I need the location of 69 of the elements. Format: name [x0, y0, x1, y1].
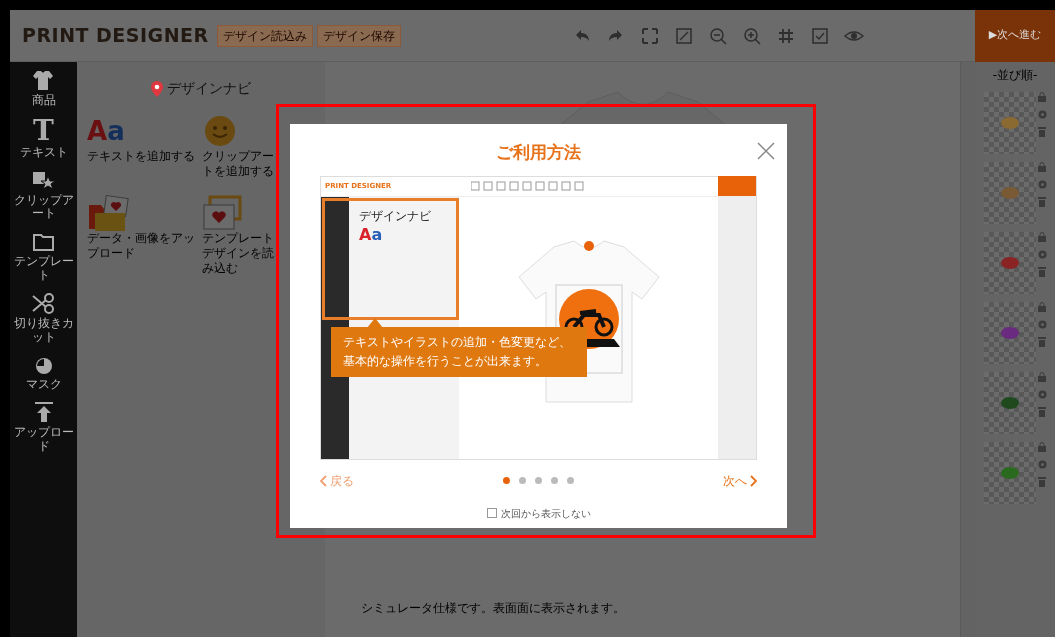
design-navi-item[interactable]: Aa テキストを追加する — [87, 113, 202, 179]
template-photo-icon — [202, 195, 244, 231]
sidebar-item[interactable]: 商品 — [10, 66, 77, 110]
sidebar-item[interactable]: テンプレート — [10, 227, 77, 285]
canvas-note: シミュレータ仕様です。表面面に表示されます。 — [361, 600, 625, 617]
lock-icon[interactable] — [1037, 232, 1046, 242]
lock-icon[interactable] — [1037, 92, 1046, 102]
layer-thumbnail[interactable] — [983, 232, 1036, 294]
header-button[interactable]: デザイン読込み — [216, 24, 313, 47]
next-step-button[interactable]: ▶次へ進む — [975, 10, 1055, 62]
text-icon: Aa — [87, 113, 125, 149]
trash-icon[interactable] — [1037, 197, 1046, 207]
dialog-title: ご利用方法 — [496, 141, 581, 164]
chevron-left-icon — [320, 474, 327, 487]
trash-icon[interactable] — [1037, 337, 1046, 347]
checkbox-icon[interactable] — [809, 25, 830, 46]
trash-icon[interactable] — [1037, 407, 1046, 417]
zoom-in-icon[interactable] — [741, 25, 762, 46]
layers-title: -並び順- — [992, 67, 1038, 84]
checkbox-label[interactable]: 次回から表示しない — [500, 505, 591, 521]
settings-icon[interactable] — [1037, 250, 1047, 259]
smiley-icon — [202, 113, 238, 149]
page-dot[interactable] — [503, 477, 510, 484]
settings-icon[interactable] — [1037, 180, 1047, 189]
layer-thumbnail[interactable] — [983, 92, 1036, 154]
trash-icon[interactable] — [1037, 477, 1046, 487]
close-icon[interactable] — [757, 141, 775, 160]
sidebar-item[interactable]: マスク — [10, 350, 77, 395]
trash-icon[interactable] — [1037, 267, 1046, 277]
text-icon: Aa — [359, 224, 452, 245]
layer-thumbnail[interactable] — [983, 442, 1036, 504]
panel-title: デザインナビ — [167, 79, 251, 98]
sidebar-item[interactable]: アップロード — [10, 398, 77, 456]
layer-thumbnail[interactable] — [983, 162, 1036, 224]
design-navi-item[interactable]: テンプレートデザインを読み込む — [202, 195, 278, 276]
page-dot[interactable] — [551, 477, 558, 484]
page-dot[interactable] — [567, 477, 574, 484]
settings-icon[interactable] — [1037, 110, 1047, 119]
layer-thumbnail[interactable] — [983, 302, 1036, 364]
fit-screen-icon[interactable] — [639, 25, 660, 46]
vertical-scrollbar[interactable] — [960, 62, 975, 637]
lock-icon[interactable] — [1037, 302, 1046, 312]
scissors-icon — [30, 290, 57, 317]
layer-thumbnail[interactable] — [983, 372, 1036, 434]
settings-icon[interactable] — [1037, 320, 1047, 329]
folder-photo-icon — [87, 195, 129, 231]
page-dot[interactable] — [519, 477, 526, 484]
sidebar-item[interactable]: 切り抜きカット — [10, 288, 77, 347]
text-icon: T — [33, 115, 54, 146]
app-logo: PRINT DESIGNER — [22, 23, 209, 49]
map-pin-icon — [151, 80, 163, 97]
mini-panel-title: デザインナビ — [359, 207, 432, 225]
sidebar-item[interactable]: クリップアート — [10, 165, 77, 224]
sidebar-item[interactable]: T テキスト — [10, 113, 77, 162]
lock-icon[interactable] — [1037, 442, 1046, 452]
tooltip-arrow-icon — [367, 317, 383, 328]
checkbox[interactable] — [486, 508, 497, 518]
settings-icon[interactable] — [1037, 460, 1047, 469]
header-button[interactable]: デザイン保存 — [316, 24, 401, 47]
page-dot[interactable] — [535, 477, 542, 484]
zoom-out-icon[interactable] — [707, 25, 728, 46]
tooltip: テキストやイラストの追加・色変更など、基本的な操作を行うことが出来ます。 — [331, 326, 587, 377]
lock-icon[interactable] — [1037, 162, 1046, 172]
settings-icon[interactable] — [1037, 390, 1047, 399]
chevron-right-icon — [750, 474, 757, 487]
design-navi-item[interactable]: クリップアートを追加する — [202, 113, 278, 179]
design-navi-item[interactable]: データ・画像をアップロード — [87, 195, 202, 276]
trash-icon[interactable] — [1037, 127, 1046, 137]
lock-icon[interactable] — [1037, 372, 1046, 382]
